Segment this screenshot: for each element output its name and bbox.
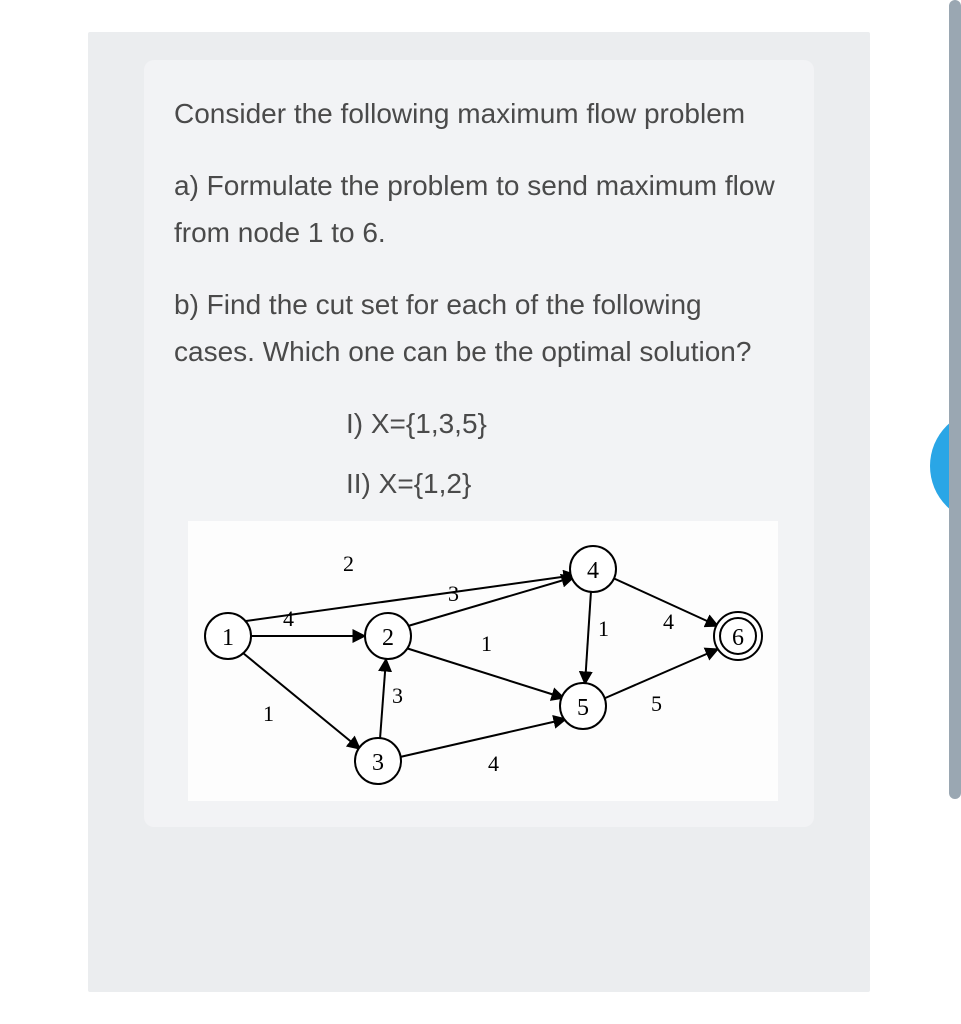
svg-text:6: 6: [732, 625, 744, 651]
edge-1-4-label: 2: [343, 551, 354, 576]
question-case-1: I) X={1,3,5}: [174, 400, 784, 448]
question-intro: Consider the following maximum flow prob…: [174, 90, 784, 138]
question-case-2: II) X={1,2}: [174, 460, 784, 508]
edge-1-2-label: 4: [283, 606, 294, 631]
question-card: Consider the following maximum flow prob…: [144, 60, 814, 827]
edge-4-5: [585, 591, 591, 684]
svg-text:4: 4: [587, 558, 599, 584]
edge-2-4: [408, 577, 574, 626]
node-3: 3: [355, 738, 401, 784]
edge-2-4-label: 3: [448, 581, 459, 606]
edge-5-6-label: 5: [651, 691, 662, 716]
svg-text:2: 2: [382, 625, 394, 651]
edge-2-5-label: 1: [481, 631, 492, 656]
edge-4-6-label: 4: [663, 609, 674, 634]
page-viewport: Consider the following maximum flow prob…: [0, 0, 961, 1024]
edge-3-5-label: 4: [488, 751, 499, 776]
svg-text:1: 1: [222, 625, 234, 651]
flow-network-svg: 2 4 1 3 3 1: [188, 521, 778, 801]
node-2: 2: [365, 613, 411, 659]
edge-1-4: [246, 575, 576, 621]
edge-3-5: [400, 719, 566, 757]
scrollbar-thumb[interactable]: [949, 0, 961, 799]
node-6: 6: [714, 612, 762, 660]
edge-3-2-label: 3: [392, 683, 403, 708]
edge-1-3-label: 1: [263, 701, 274, 726]
question-part-a: a) Formulate the problem to send maximum…: [174, 162, 784, 257]
svg-text:3: 3: [372, 750, 384, 776]
scrollbar-track[interactable]: [949, 0, 961, 1024]
node-4: 4: [570, 546, 616, 592]
edge-4-5-label: 1: [598, 616, 609, 641]
edge-3-2: [380, 659, 386, 739]
question-card-outer: Consider the following maximum flow prob…: [88, 32, 870, 992]
node-1: 1: [205, 613, 251, 659]
question-part-b: b) Find the cut set for each of the foll…: [174, 281, 784, 376]
edge-1-3: [243, 653, 360, 749]
flow-network-diagram: 2 4 1 3 3 1: [188, 521, 778, 801]
node-5: 5: [560, 683, 606, 729]
svg-text:5: 5: [577, 695, 589, 721]
